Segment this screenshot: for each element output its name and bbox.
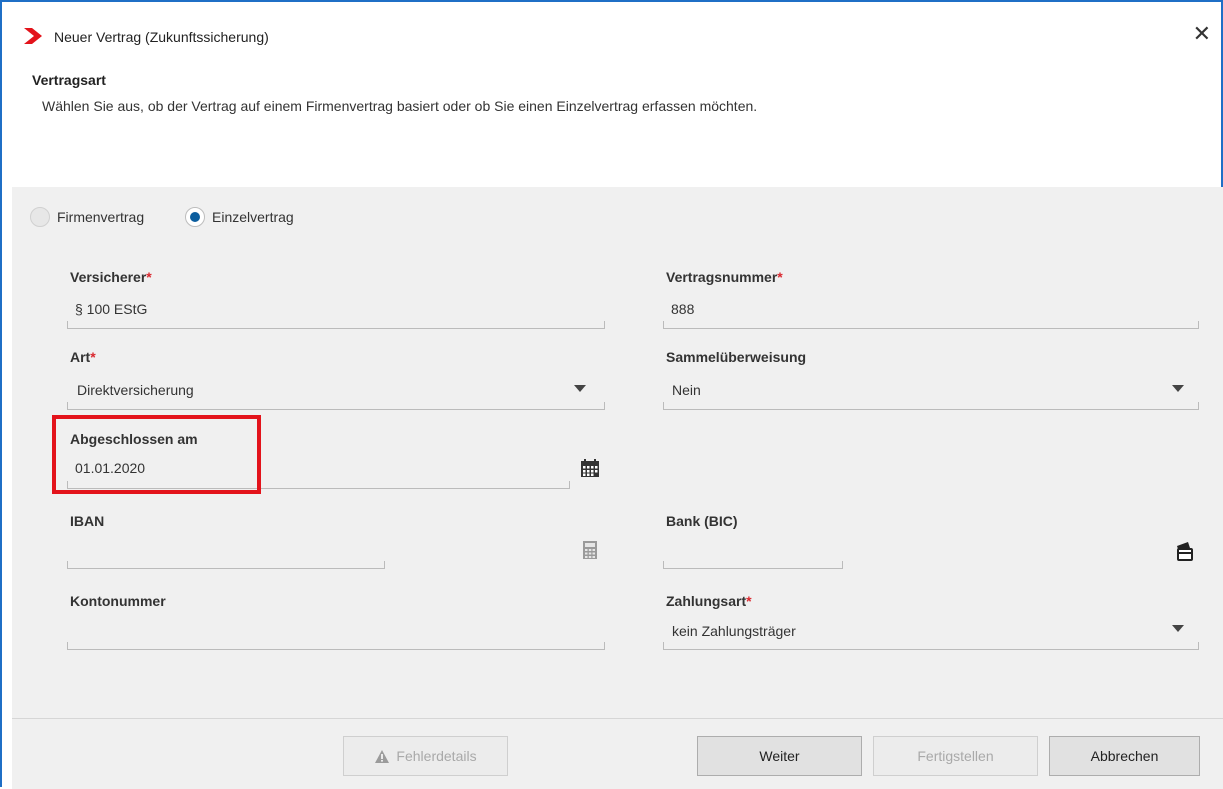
kontonummer-label: Kontonummer bbox=[70, 593, 166, 609]
radio-checked-icon bbox=[185, 207, 205, 227]
kontonummer-underline bbox=[67, 642, 605, 650]
weiter-button[interactable]: Weiter bbox=[697, 736, 862, 776]
art-label: Art* bbox=[70, 349, 96, 365]
versicherer-field[interactable]: § 100 EStG bbox=[75, 301, 147, 317]
fehlerdetails-label: Fehlerdetails bbox=[396, 748, 477, 764]
versicherer-underline bbox=[67, 321, 605, 329]
radio-label: Firmenvertrag bbox=[57, 209, 145, 225]
title-bar: Neuer Vertrag (Zukunftssicherung) ✕ bbox=[2, 2, 1221, 52]
iban-underline bbox=[67, 561, 385, 569]
warning-triangle-icon bbox=[375, 749, 390, 763]
zahlungsart-select[interactable]: kein Zahlungsträger bbox=[672, 623, 796, 639]
chevron-down-icon[interactable] bbox=[1172, 625, 1184, 632]
fertigstellen-button[interactable]: Fertigstellen bbox=[873, 736, 1038, 776]
section-title: Vertragsart bbox=[32, 72, 106, 88]
close-icon[interactable]: ✕ bbox=[1193, 22, 1211, 46]
bank-card-icon[interactable] bbox=[1174, 540, 1194, 562]
fehlerdetails-button[interactable]: Fehlerdetails bbox=[343, 736, 508, 776]
section-description: Wählen Sie aus, ob der Vertrag auf einem… bbox=[42, 98, 758, 114]
app-logo-icon bbox=[24, 28, 42, 44]
radio-einzelvertrag[interactable]: Einzelvertrag bbox=[185, 207, 294, 227]
sammelueberweisung-label: Sammelüberweisung bbox=[666, 349, 807, 365]
chevron-down-icon[interactable] bbox=[1172, 385, 1184, 392]
calculator-icon[interactable] bbox=[582, 540, 598, 560]
highlight-box bbox=[52, 415, 261, 494]
radio-unchecked-icon bbox=[30, 207, 50, 227]
window-title: Neuer Vertrag (Zukunftssicherung) bbox=[54, 29, 269, 45]
art-select[interactable]: Direktversicherung bbox=[77, 382, 194, 398]
vertragsnummer-underline bbox=[663, 321, 1199, 329]
sammelueberweisung-select[interactable]: Nein bbox=[672, 382, 701, 398]
bank-bic-underline bbox=[663, 561, 843, 569]
art-underline bbox=[67, 402, 605, 410]
vertragsnummer-label: Vertragsnummer* bbox=[666, 269, 783, 285]
footer-divider bbox=[12, 718, 1223, 719]
dialog-window: Neuer Vertrag (Zukunftssicherung) ✕ Vert… bbox=[0, 0, 1223, 789]
versicherer-label: Versicherer* bbox=[70, 269, 152, 285]
zahlungsart-label: Zahlungsart* bbox=[666, 593, 752, 609]
radio-label: Einzelvertrag bbox=[212, 209, 294, 225]
abbrechen-button[interactable]: Abbrechen bbox=[1049, 736, 1200, 776]
bank-bic-label: Bank (BIC) bbox=[666, 513, 738, 529]
sammelueberweisung-underline bbox=[663, 402, 1199, 410]
iban-label: IBAN bbox=[70, 513, 105, 529]
zahlungsart-underline bbox=[663, 642, 1199, 650]
vertragsnummer-field[interactable]: 888 bbox=[671, 301, 694, 317]
radio-firmenvertrag[interactable]: Firmenvertrag bbox=[30, 207, 144, 227]
calendar-icon[interactable] bbox=[580, 458, 600, 478]
chevron-down-icon[interactable] bbox=[574, 385, 586, 392]
